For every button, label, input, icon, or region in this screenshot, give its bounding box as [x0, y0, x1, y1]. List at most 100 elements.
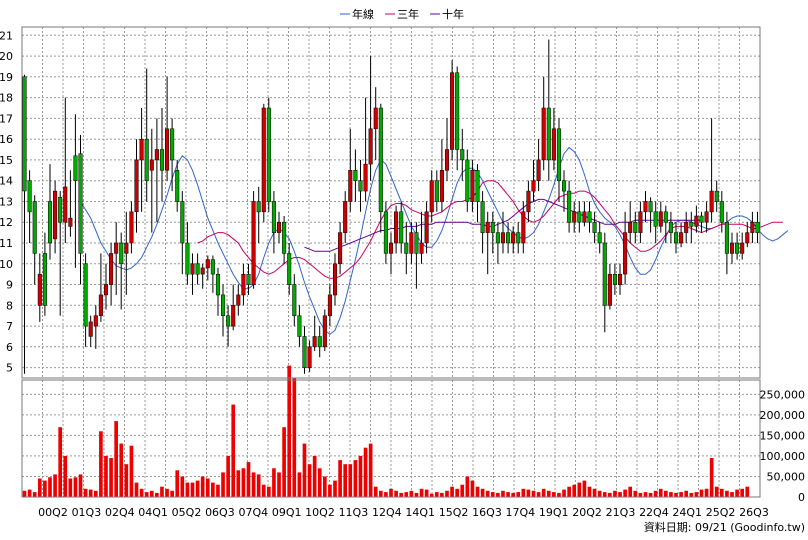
volume-bar — [338, 460, 342, 497]
candle-body — [327, 294, 332, 316]
volume-bar — [445, 490, 449, 497]
volume-bar — [557, 492, 561, 497]
candle-body — [587, 211, 592, 223]
candle-body — [460, 149, 465, 161]
legend-label: 三年 — [397, 7, 419, 21]
volume-bar — [170, 490, 174, 497]
price-tick-label: 18 — [0, 92, 13, 105]
candle-body — [628, 221, 633, 233]
volume-bar — [434, 492, 439, 497]
volume-bar — [608, 492, 612, 497]
volume-bar — [302, 443, 307, 497]
candle-body — [37, 273, 42, 306]
candle-body — [180, 201, 185, 244]
volume-bar — [582, 480, 587, 497]
volume-bar — [521, 488, 526, 497]
volume-bar — [709, 458, 714, 497]
x-tick-label: 10Q2 — [305, 506, 335, 519]
price-tick-label: 14 — [0, 175, 13, 188]
volume-bar — [394, 490, 398, 497]
volume-bar — [358, 455, 363, 497]
candle-body — [439, 170, 444, 202]
volume-bar — [653, 490, 658, 497]
candle-body — [124, 242, 129, 254]
volume-bar — [43, 480, 47, 497]
candle-body — [490, 221, 495, 233]
candle-body — [714, 190, 719, 202]
volume-bar — [684, 490, 689, 497]
volume-bar — [236, 470, 241, 497]
volume-bar — [155, 492, 159, 497]
volume-bar — [231, 404, 236, 497]
volume-bar — [720, 488, 724, 497]
candle-body — [78, 153, 83, 254]
volume-bar — [73, 477, 78, 497]
candle-body — [185, 242, 190, 275]
volume-bar — [134, 482, 139, 497]
volume-bar — [287, 365, 292, 497]
volume-bar — [22, 490, 27, 497]
volume-bar — [363, 447, 368, 497]
candle — [251, 191, 256, 289]
volume-bar — [623, 489, 627, 497]
candle-body — [511, 232, 516, 244]
volume-bar — [658, 488, 663, 497]
volume-bar — [297, 472, 302, 497]
volume-bar — [129, 445, 134, 497]
candle-body — [159, 149, 164, 171]
volume-bar — [399, 492, 404, 497]
x-tick-label: 16Q3 — [472, 506, 502, 519]
candle-body — [68, 217, 73, 227]
volume-bar — [485, 490, 490, 497]
volume-bar — [470, 480, 475, 497]
candle-body — [363, 163, 368, 192]
candle-body — [119, 242, 124, 265]
x-tick-label: 19Q1 — [539, 506, 569, 519]
candle-body — [475, 170, 480, 202]
candle-body — [236, 294, 241, 306]
x-tick-label: 00Q2 — [38, 506, 68, 519]
candle-body — [287, 253, 292, 285]
candle-body — [572, 211, 577, 223]
volume-bar — [694, 492, 699, 497]
candle-body — [383, 211, 388, 254]
candle-body — [735, 242, 740, 254]
volume-bar — [216, 484, 220, 497]
candle-body — [531, 180, 536, 192]
volume-bar — [546, 490, 551, 497]
candle — [261, 103, 266, 223]
candle-body — [506, 232, 511, 244]
candle-body — [470, 170, 475, 202]
candle-body — [500, 232, 506, 244]
volume-bar — [109, 458, 113, 497]
volume-bar — [272, 468, 276, 497]
volume-bar — [119, 443, 124, 497]
volume-bar — [267, 486, 271, 497]
x-tick-label: 26Q3 — [739, 506, 769, 519]
candle-body — [434, 180, 439, 202]
candle-body — [149, 159, 154, 171]
volume-bar — [409, 490, 414, 497]
volume-bar — [725, 490, 729, 497]
candle-body — [22, 76, 27, 192]
candle-body — [231, 305, 236, 327]
candle-body — [378, 107, 383, 213]
volume-bar — [205, 478, 210, 497]
candle-body — [190, 263, 195, 275]
x-tick-label: 12Q4 — [372, 506, 402, 519]
candle-body — [317, 336, 322, 348]
candle-body — [709, 190, 714, 213]
candle-body — [623, 232, 628, 275]
volume-bar — [53, 474, 57, 497]
candle-body — [450, 72, 455, 150]
volume-bar — [211, 482, 215, 497]
volume-bar — [460, 484, 465, 497]
candle-body — [277, 221, 282, 233]
candle-body — [424, 211, 429, 244]
candle-body — [643, 201, 648, 213]
candle-body — [312, 336, 317, 348]
volume-tick-label: 100,000 — [760, 450, 806, 463]
volume-bar — [567, 486, 571, 497]
volume-bar — [292, 377, 297, 497]
candle-body — [261, 107, 266, 213]
